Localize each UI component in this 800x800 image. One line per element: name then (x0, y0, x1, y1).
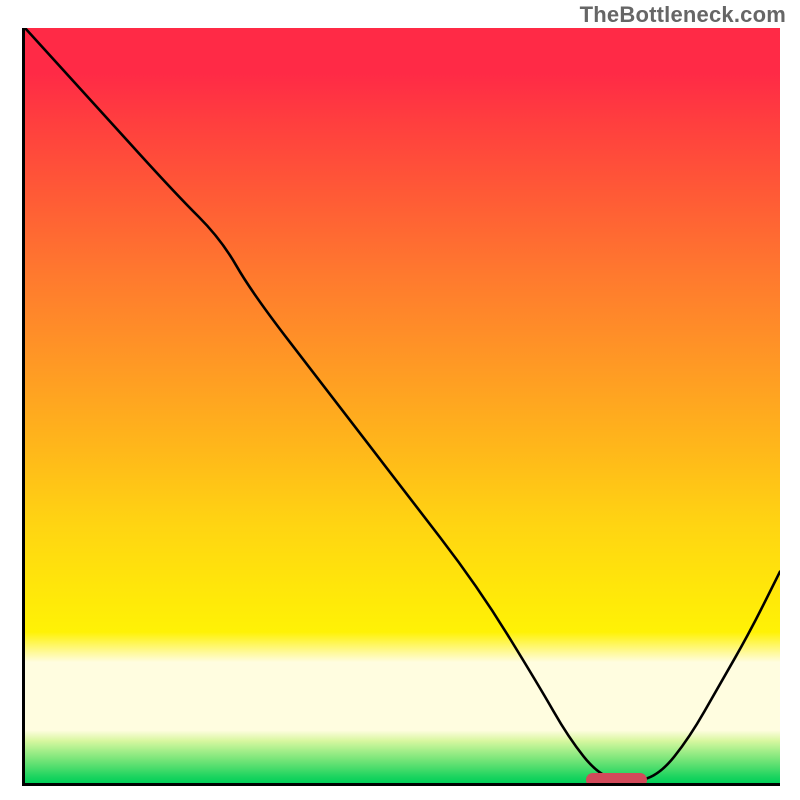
chart-container: TheBottleneck.com (0, 0, 800, 800)
watermark-text: TheBottleneck.com (580, 2, 786, 28)
plot-area (22, 28, 780, 786)
bottleneck-line (25, 28, 780, 783)
optimal-range-marker (586, 773, 647, 786)
